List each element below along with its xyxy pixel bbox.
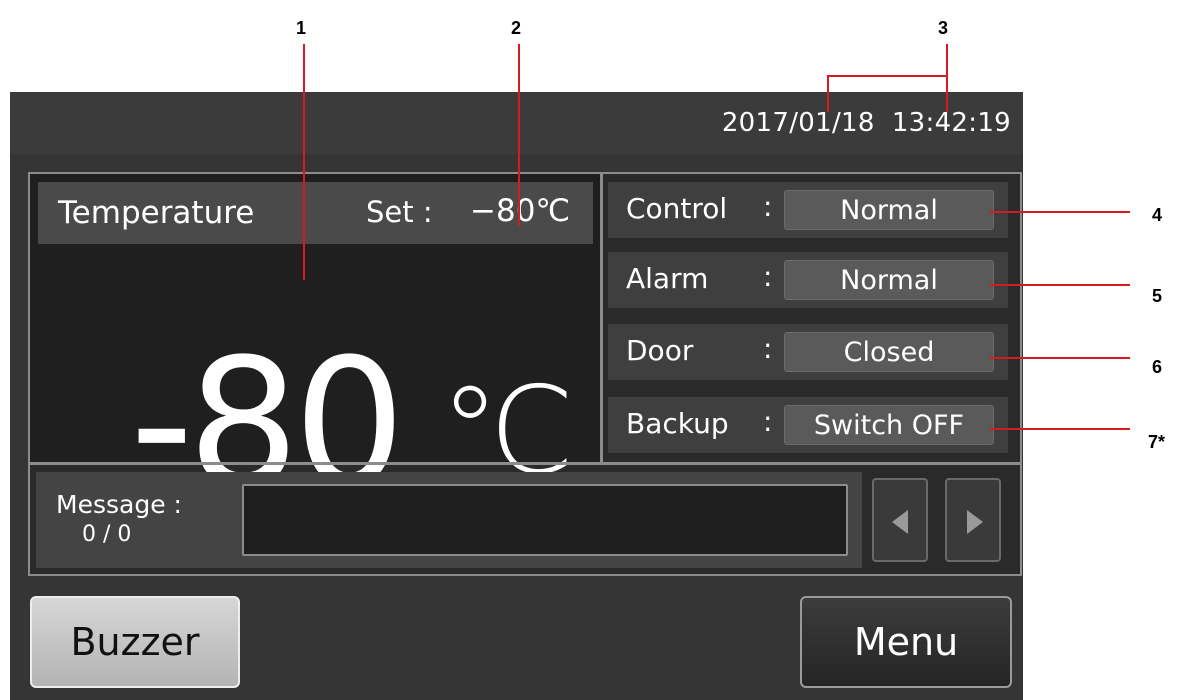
callout-3: 3 <box>938 18 949 38</box>
status-colon: : <box>763 260 773 293</box>
callout-line-3b <box>827 75 948 77</box>
status-label-alarm: Alarm <box>626 262 709 295</box>
message-label: Message : <box>56 490 182 519</box>
device-screen: 2017/01/18 13:42:19 Temperature Set : −8… <box>10 92 1023 700</box>
callout-line-4 <box>990 211 1130 213</box>
status-value-backup: Switch OFF <box>784 405 994 445</box>
temperature-panel: Temperature Set : −80℃ -80 ℃ <box>30 174 600 512</box>
callout-line-5 <box>990 284 1130 286</box>
status-label-control: Control <box>626 192 728 225</box>
message-panel: Message : 0 / 0 <box>36 472 862 568</box>
callout-1: 1 <box>296 18 307 38</box>
callout-line-7 <box>990 428 1130 430</box>
message-count: 0 / 0 <box>82 522 132 547</box>
vertical-divider <box>600 174 603 464</box>
status-value-control: Normal <box>784 190 994 230</box>
callout-7: 7* <box>1148 432 1166 452</box>
callout-line-3a <box>827 76 829 112</box>
buzzer-button[interactable]: Buzzer <box>30 596 240 688</box>
status-colon: : <box>763 332 773 365</box>
menu-button[interactable]: Menu <box>800 596 1012 688</box>
callout-5: 5 <box>1152 286 1163 306</box>
arrow-right-icon <box>967 510 983 534</box>
status-value-door: Closed <box>784 332 994 372</box>
set-label: Set : <box>366 195 433 229</box>
horizontal-divider <box>30 462 1022 465</box>
date-display: 2017/01/18 <box>721 108 875 138</box>
status-row-alarm: Alarm : Normal <box>608 252 1008 308</box>
message-next-button[interactable] <box>945 478 1001 562</box>
status-value-alarm: Normal <box>784 260 994 300</box>
arrow-left-icon <box>892 510 908 534</box>
message-display <box>242 484 848 556</box>
status-row-backup: Backup : Switch OFF <box>608 397 1008 453</box>
status-row-control: Control : Normal <box>608 182 1008 238</box>
callout-line-2 <box>518 44 520 226</box>
top-bar: 2017/01/18 13:42:19 <box>10 92 1023 154</box>
callout-6: 6 <box>1152 357 1163 377</box>
status-colon: : <box>763 405 773 438</box>
message-prev-button[interactable] <box>872 478 928 562</box>
set-value: −80℃ <box>470 193 571 229</box>
callout-4: 4 <box>1152 205 1163 225</box>
callout-2: 2 <box>511 18 522 38</box>
status-label-door: Door <box>626 334 694 367</box>
status-label-backup: Backup <box>626 407 729 440</box>
status-row-door: Door : Closed <box>608 324 1008 380</box>
callout-line-1 <box>303 44 305 280</box>
callout-line-6 <box>990 357 1130 359</box>
temperature-label: Temperature <box>58 195 255 231</box>
callout-line-3c <box>946 44 948 112</box>
temperature-header: Temperature Set : −80℃ <box>38 182 593 244</box>
datetime: 2017/01/18 13:42:19 <box>722 108 1011 138</box>
status-colon: : <box>763 190 773 223</box>
time-display: 13:42:19 <box>891 108 1011 138</box>
